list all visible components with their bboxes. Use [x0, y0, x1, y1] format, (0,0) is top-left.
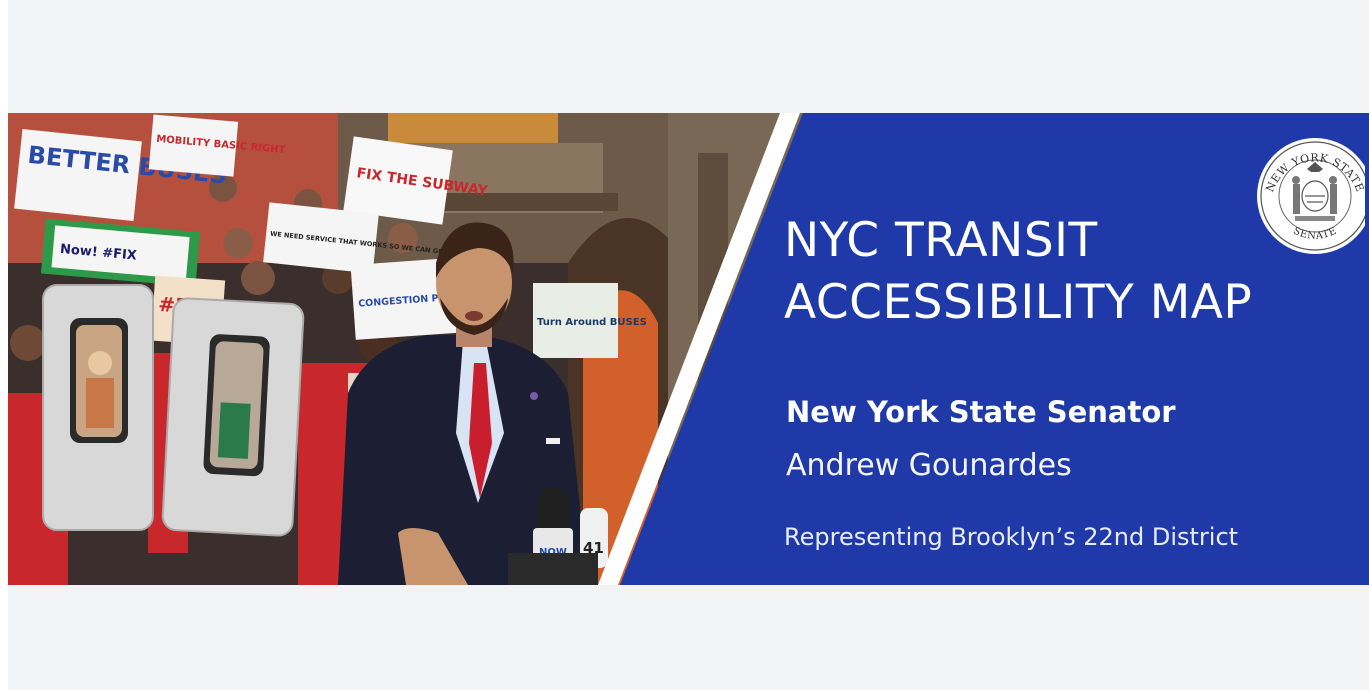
transit-banner: BETTER BUSES MOBILITY BASIC RIGHT FIX TH… [8, 113, 1369, 585]
district-text: Representing Brooklyn’s 22nd District [784, 523, 1239, 551]
rally-photo: BETTER BUSES MOBILITY BASIC RIGHT FIX TH… [8, 113, 808, 585]
subway-door-prop-right [161, 297, 305, 537]
senator-role: New York State Senator [786, 395, 1176, 429]
svg-text:Turn Around BUSES: Turn Around BUSES [537, 317, 647, 328]
subway-door-prop-left [42, 284, 154, 531]
senator-name: Andrew Gounardes [786, 448, 1072, 483]
page-left-margin [0, 0, 8, 690]
banner-title-line-2: ACCESSIBILITY MAP [784, 275, 1253, 330]
ny-senate-seal-icon: NEW YORK STATE SENATE [1257, 138, 1365, 254]
page: BETTER BUSES MOBILITY BASIC RIGHT FIX TH… [0, 0, 1369, 690]
banner-title-line-1: NYC TRANSIT [784, 213, 1098, 268]
